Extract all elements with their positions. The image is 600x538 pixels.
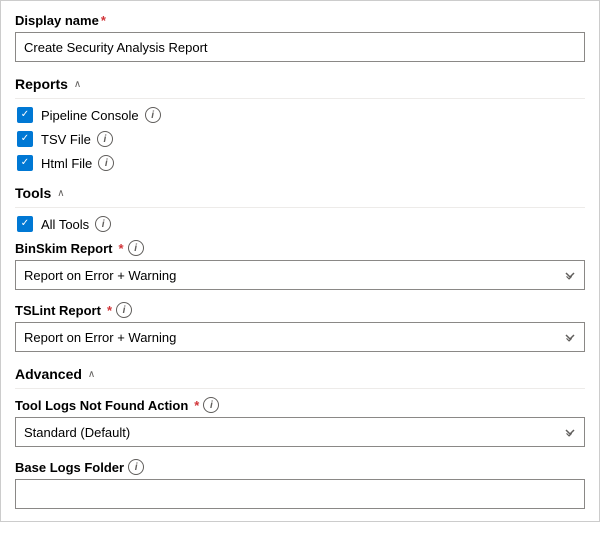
binskim-dropdown-wrapper: Report on Error + Warning Report on Erro… <box>15 260 585 290</box>
all-tools-checkbox[interactable]: ✓ <box>17 216 33 232</box>
advanced-chevron-icon[interactable]: ∧ <box>88 369 95 380</box>
tool-logs-dropdown-wrapper: Standard (Default) Error Warning Informa… <box>15 417 585 447</box>
tool-logs-info-icon[interactable]: i <box>203 397 219 413</box>
html-file-check-icon: ✓ <box>21 158 29 168</box>
reports-items: ✓ Pipeline Console i ✓ TSV File i ✓ Html… <box>15 107 585 171</box>
tsv-file-row: ✓ TSV File i <box>17 131 585 147</box>
binskim-field: BinSkim Report* i Report on Error + Warn… <box>15 240 585 290</box>
tools-section-header: Tools ∧ <box>15 185 585 208</box>
tsv-file-check-icon: ✓ <box>21 134 29 144</box>
tsv-file-info-icon[interactable]: i <box>97 131 113 147</box>
base-logs-label: Base Logs Folder i <box>15 459 585 475</box>
all-tools-check-icon: ✓ <box>21 219 29 229</box>
tslint-label: TSLint Report* i <box>15 302 585 318</box>
html-file-info-icon[interactable]: i <box>98 155 114 171</box>
html-file-row: ✓ Html File i <box>17 155 585 171</box>
all-tools-info-icon[interactable]: i <box>95 216 111 232</box>
html-file-label: Html File <box>41 156 92 171</box>
base-logs-field: Base Logs Folder i <box>15 459 585 509</box>
reports-chevron-icon[interactable]: ∧ <box>74 79 81 90</box>
display-name-field: Display name* <box>15 13 585 62</box>
tslint-required-star: * <box>107 303 112 318</box>
base-logs-info-icon[interactable]: i <box>128 459 144 475</box>
reports-title: Reports <box>15 76 68 92</box>
binskim-dropdown[interactable]: Report on Error + Warning Report on Erro… <box>15 260 585 290</box>
binskim-label: BinSkim Report* i <box>15 240 585 256</box>
form-container: Display name* Reports ∧ ✓ Pipeline Conso… <box>0 0 600 522</box>
tools-title: Tools <box>15 185 51 201</box>
tool-logs-required-star: * <box>194 398 199 413</box>
tool-logs-field: Tool Logs Not Found Action* i Standard (… <box>15 397 585 447</box>
tslint-field: TSLint Report* i Report on Error + Warni… <box>15 302 585 352</box>
tools-chevron-icon[interactable]: ∧ <box>57 188 64 199</box>
all-tools-label: All Tools <box>41 217 89 232</box>
tool-logs-dropdown[interactable]: Standard (Default) Error Warning Informa… <box>15 417 585 447</box>
pipeline-console-label: Pipeline Console <box>41 108 139 123</box>
display-name-label: Display name* <box>15 13 585 28</box>
reports-section-header: Reports ∧ <box>15 76 585 99</box>
base-logs-input[interactable] <box>15 479 585 509</box>
required-star: * <box>101 13 106 28</box>
tool-logs-label: Tool Logs Not Found Action* i <box>15 397 585 413</box>
pipeline-console-checkbox[interactable]: ✓ <box>17 107 33 123</box>
pipeline-console-row: ✓ Pipeline Console i <box>17 107 585 123</box>
tsv-file-label: TSV File <box>41 132 91 147</box>
tslint-info-icon[interactable]: i <box>116 302 132 318</box>
tools-items: ✓ All Tools i <box>15 216 585 232</box>
all-tools-row: ✓ All Tools i <box>17 216 585 232</box>
pipeline-console-check-icon: ✓ <box>21 110 29 120</box>
advanced-section-header: Advanced ∧ <box>15 366 585 389</box>
advanced-title: Advanced <box>15 366 82 382</box>
binskim-required-star: * <box>119 241 124 256</box>
display-name-input[interactable] <box>15 32 585 62</box>
tsv-file-checkbox[interactable]: ✓ <box>17 131 33 147</box>
html-file-checkbox[interactable]: ✓ <box>17 155 33 171</box>
tslint-dropdown-wrapper: Report on Error + Warning Report on Erro… <box>15 322 585 352</box>
tslint-dropdown[interactable]: Report on Error + Warning Report on Erro… <box>15 322 585 352</box>
pipeline-console-info-icon[interactable]: i <box>145 107 161 123</box>
binskim-info-icon[interactable]: i <box>128 240 144 256</box>
